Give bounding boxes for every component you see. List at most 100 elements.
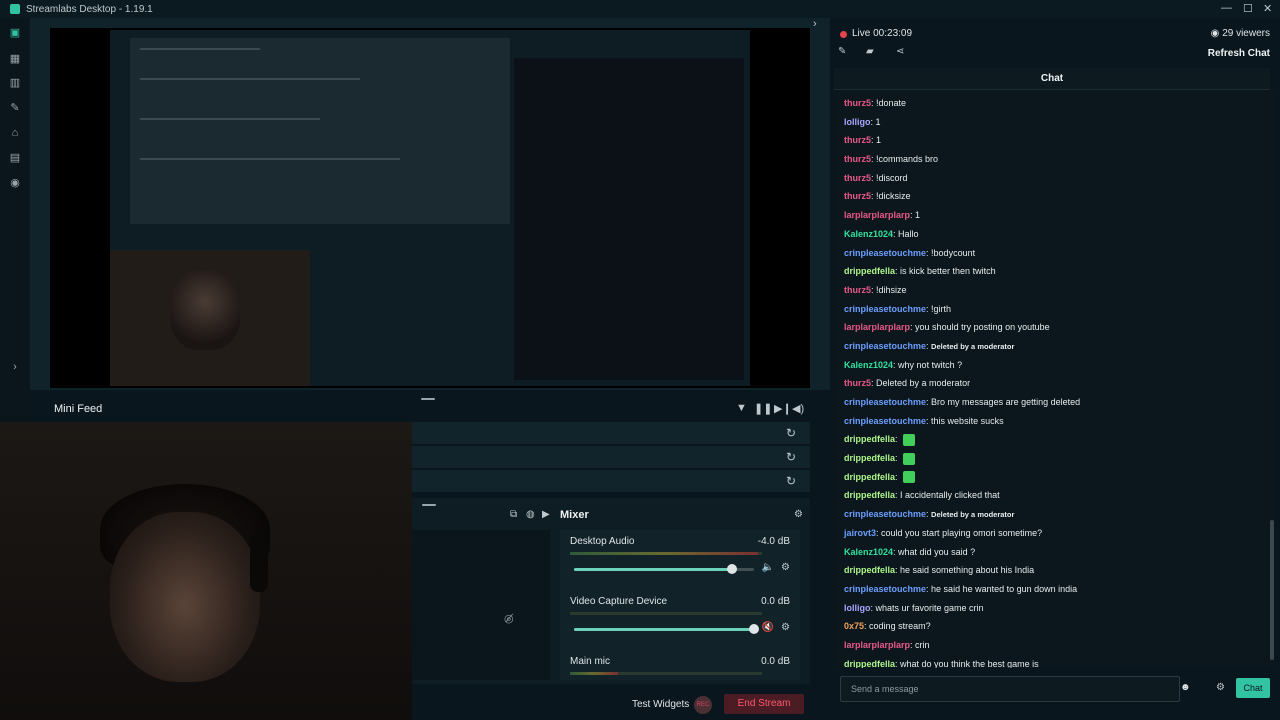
- nested-line: [140, 48, 260, 50]
- chat-input-row: Send a message ☻ ⚙ Chat: [840, 676, 1272, 702]
- scrollbar-thumb[interactable]: [1270, 520, 1274, 660]
- chat-username[interactable]: drippedfella: [844, 490, 895, 500]
- refresh-icon[interactable]: ↻: [786, 450, 796, 464]
- refresh-icon[interactable]: ↻: [786, 426, 796, 440]
- themes-icon[interactable]: ✎: [9, 103, 21, 114]
- emoji-icon[interactable]: ☻: [1180, 682, 1191, 693]
- video-icon[interactable]: ▰: [866, 46, 874, 57]
- chat-username[interactable]: thurz5: [844, 191, 871, 201]
- layouts-icon[interactable]: ▥: [9, 78, 21, 89]
- chat-username[interactable]: thurz5: [844, 378, 871, 388]
- share-icon[interactable]: ⋖: [896, 46, 904, 57]
- chat-username[interactable]: Kalenz1024: [844, 547, 893, 557]
- chat-username[interactable]: thurz5: [844, 98, 871, 108]
- scene-row[interactable]: ↻: [410, 470, 810, 492]
- chat-username[interactable]: drippedfella: [844, 453, 895, 463]
- media-icon[interactable]: ▤: [9, 153, 21, 164]
- chat-username[interactable]: thurz5: [844, 173, 871, 183]
- chat-scrollbar[interactable]: [1270, 90, 1274, 668]
- collapse-chat-icon[interactable]: ›: [813, 18, 817, 30]
- dashboard-icon[interactable]: ▦: [9, 54, 21, 65]
- refresh-icon[interactable]: ↻: [786, 474, 796, 488]
- chat-username[interactable]: crinpleasetouchme: [844, 416, 926, 426]
- refresh-chat-button[interactable]: Refresh Chat: [1208, 48, 1270, 59]
- chat-settings-icon[interactable]: ⚙: [1216, 682, 1225, 693]
- chat-username[interactable]: Kalenz1024: [844, 229, 893, 239]
- test-widgets-button[interactable]: Test Widgets: [632, 699, 689, 710]
- editor-footer: Test Widgets REC End Stream: [412, 690, 810, 720]
- chat-message: thurz5: 1: [834, 131, 1270, 150]
- chat-message-list[interactable]: thurz5: !donate lolligo: 1 thurz5: 1 thurz5…: [834, 90, 1270, 668]
- chat-message: crinpleasetouchme: he said he wanted to …: [834, 580, 1270, 599]
- channel-gear-icon[interactable]: ⚙: [781, 562, 790, 573]
- chat-username[interactable]: larplarplarplarp: [844, 640, 910, 650]
- mixer-channel-main-mic: Main mic 0.0 dB: [560, 650, 800, 680]
- chat-message: larplarplarplarp: you should try posting…: [834, 318, 1270, 337]
- audio-settings-icon[interactable]: ◍: [526, 509, 535, 520]
- scene-row[interactable]: ↻: [410, 422, 810, 444]
- chat-username[interactable]: thurz5: [844, 285, 871, 295]
- chat-username[interactable]: drippedfella: [844, 266, 895, 276]
- maximize-icon[interactable]: ☐: [1243, 2, 1253, 15]
- expand-icon[interactable]: ›: [9, 362, 21, 373]
- record-icon[interactable]: ◉: [9, 178, 21, 189]
- send-chat-button[interactable]: Chat: [1236, 678, 1270, 698]
- chat-text: what did you said ?: [898, 546, 976, 557]
- chat-username[interactable]: jairovt3: [844, 528, 876, 538]
- chat-text: whats ur favorite game crin: [875, 602, 984, 613]
- volume-icon[interactable]: ◀): [792, 402, 804, 415]
- streamlabs-logo-icon: [10, 4, 20, 14]
- chat-username[interactable]: lolligo: [844, 117, 871, 127]
- pause-icon[interactable]: ❚❚: [754, 402, 772, 415]
- stream-preview[interactable]: [50, 28, 810, 388]
- chat-message-input[interactable]: Send a message: [840, 676, 1180, 702]
- chat-username[interactable]: crinpleasetouchme: [844, 341, 926, 351]
- channel-gear-icon[interactable]: ⚙: [781, 622, 790, 633]
- minimize-icon[interactable]: —: [1221, 2, 1232, 14]
- filter-icon[interactable]: ▼: [736, 402, 747, 414]
- skip-icon[interactable]: ▶❙: [774, 402, 792, 415]
- volume-slider[interactable]: [574, 564, 754, 574]
- speaker-muted-icon[interactable]: 🔇: [762, 622, 774, 633]
- mixer-toggle-icon[interactable]: ▶: [542, 509, 550, 520]
- person-face: [110, 512, 260, 682]
- end-stream-button[interactable]: End Stream: [724, 694, 804, 714]
- editor-icon[interactable]: ▣: [9, 28, 21, 39]
- chat-username[interactable]: larplarplarplarp: [844, 322, 910, 332]
- slider-knob[interactable]: [749, 624, 759, 634]
- store-icon[interactable]: ⌂: [9, 128, 21, 139]
- nested-line: [140, 158, 400, 160]
- chat-username[interactable]: drippedfella: [844, 472, 895, 482]
- chat-username[interactable]: crinpleasetouchme: [844, 509, 926, 519]
- chat-message: Kalenz1024: why not twitch ?: [834, 356, 1270, 375]
- chat-username[interactable]: drippedfella: [844, 434, 895, 444]
- chat-username[interactable]: crinpleasetouchme: [844, 584, 926, 594]
- chat-username[interactable]: crinpleasetouchme: [844, 304, 926, 314]
- chat-username[interactable]: larplarplarplarp: [844, 210, 910, 220]
- slider-fill: [574, 568, 733, 571]
- chat-username[interactable]: crinpleasetouchme: [844, 248, 926, 258]
- volume-slider[interactable]: [574, 624, 759, 634]
- close-icon[interactable]: ✕: [1263, 2, 1272, 15]
- record-button[interactable]: REC: [694, 696, 712, 714]
- chat-username[interactable]: drippedfella: [844, 659, 895, 668]
- chat-username[interactable]: thurz5: [844, 154, 871, 164]
- speaker-icon[interactable]: 🔈: [762, 562, 774, 573]
- mixer-gear-icon[interactable]: ⚙: [794, 509, 803, 520]
- headphone: [250, 532, 268, 592]
- chat-text: I accidentally clicked that: [900, 490, 1000, 501]
- viewer-count: ◉ 29 viewers: [1211, 28, 1270, 39]
- edit-stream-info-icon[interactable]: ✎: [838, 46, 846, 57]
- slider-knob[interactable]: [727, 564, 738, 574]
- chat-username[interactable]: lolligo: [844, 603, 871, 613]
- chat-message: thurz5: !commands bro: [834, 150, 1270, 169]
- chat-username[interactable]: thurz5: [844, 135, 871, 145]
- chat-username[interactable]: crinpleasetouchme: [844, 397, 926, 407]
- chat-username[interactable]: Kalenz1024: [844, 360, 893, 370]
- scene-row[interactable]: ↻: [410, 446, 810, 468]
- chat-username[interactable]: 0x75: [844, 621, 864, 631]
- volume-meter: [570, 612, 762, 615]
- chat-username[interactable]: drippedfella: [844, 565, 895, 575]
- eye-off-icon[interactable]: ◎̸: [504, 612, 514, 625]
- advanced-audio-icon[interactable]: ⧉: [510, 509, 517, 520]
